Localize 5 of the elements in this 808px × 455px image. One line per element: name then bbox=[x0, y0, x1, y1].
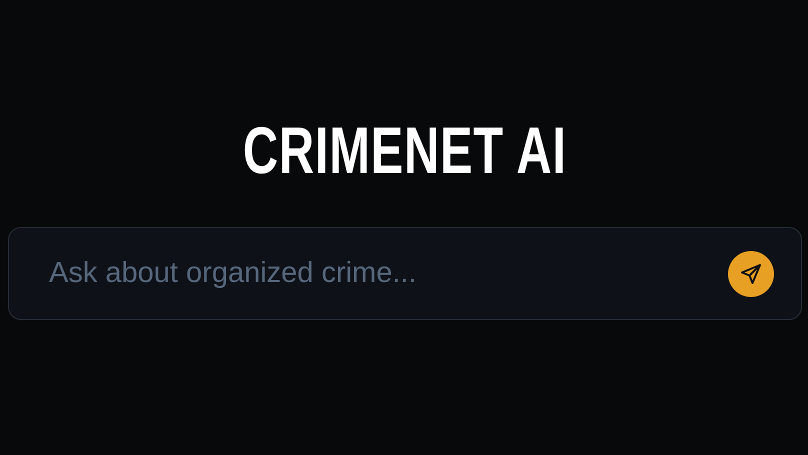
chat-input-bar[interactable]: Ask about organized crime... bbox=[8, 227, 802, 320]
send-icon bbox=[739, 262, 763, 286]
app-title: CRIMENET AI bbox=[243, 112, 567, 188]
search-field[interactable]: Ask about organized crime... bbox=[47, 256, 716, 291]
send-button[interactable] bbox=[728, 250, 774, 296]
